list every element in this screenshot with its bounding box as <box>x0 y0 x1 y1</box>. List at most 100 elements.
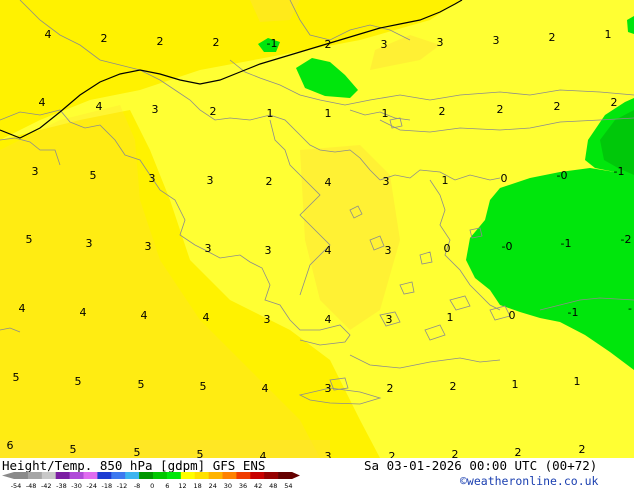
color-scale-tick-label: 48 <box>269 482 277 490</box>
label-0-D: 2 <box>213 36 220 49</box>
color-scale-ticks: -54 -48 -42 -38 -30 -24 -18 -12 -8 0 6 12 18 24 30 36 42… <box>11 482 293 490</box>
label-5-J: 1 <box>574 375 581 388</box>
label-2-F: 4 <box>325 176 332 189</box>
color-scale-box <box>14 472 29 479</box>
color-scale-box <box>278 472 293 479</box>
label-3-B: 3 <box>86 237 93 250</box>
label-3-C: 3 <box>145 240 152 253</box>
label-3-G: 3 <box>385 244 392 257</box>
color-scale-tick-label: -30 <box>71 482 82 490</box>
label-0-F: 2 <box>325 38 332 51</box>
label-4-D: 4 <box>203 311 210 324</box>
label-6-C: 5 <box>134 446 141 458</box>
label-5-C: 5 <box>138 378 145 391</box>
color-scale-tick-label: -24 <box>86 482 97 490</box>
color-scale-box <box>153 472 168 479</box>
label-3-A: 5 <box>26 233 33 246</box>
label-6-G: 2 <box>389 450 396 458</box>
valid-datetime: Sa 03-01-2026 00:00 UTC (00+72) <box>364 458 598 473</box>
label-3-E: 3 <box>265 244 272 257</box>
color-scale-box <box>41 472 56 479</box>
label-3-D: 3 <box>205 242 212 255</box>
color-scale-tick-label: 6 <box>165 482 169 490</box>
label-5-B: 5 <box>75 375 82 388</box>
label-0-K: 1 <box>605 28 612 41</box>
color-scale-tick-label: 30 <box>224 482 232 490</box>
label-5-F: 3 <box>325 382 332 395</box>
label-2-J: -0 <box>557 169 568 182</box>
label-6-F: 3 <box>325 450 332 458</box>
label-3-F: 4 <box>325 244 332 257</box>
label-1-G: 1 <box>382 107 389 120</box>
label-0-H: 3 <box>437 36 444 49</box>
color-scale-box <box>125 472 140 479</box>
weather-map: 4 2 2 2 -1 2 3 3 3 2 1 4 4 3 2 1 1 1 2 2… <box>0 0 634 458</box>
color-scale-tick-label: -38 <box>56 482 67 490</box>
scale-arrow-right <box>292 472 300 479</box>
color-scale-tick-label: -42 <box>41 482 52 490</box>
label-1-B: 4 <box>96 100 103 113</box>
color-scale-box <box>208 472 223 479</box>
label-6-A: 6 <box>7 439 14 452</box>
credit-link[interactable]: ©weatheronline.co.uk <box>460 474 598 488</box>
color-scale-box <box>139 472 154 479</box>
label-1-H: 2 <box>439 105 446 118</box>
label-0-G: 3 <box>381 38 388 51</box>
label-4-F: 4 <box>325 313 332 326</box>
label-6-H: 2 <box>452 448 459 458</box>
color-scale-tick-label: -18 <box>102 482 113 490</box>
label-0-E: -1 <box>267 37 278 50</box>
color-scale-box <box>250 472 265 479</box>
label-4-I: 0 <box>509 309 516 322</box>
color-scale-box <box>222 472 237 479</box>
label-4-E: 3 <box>264 313 271 326</box>
label-2-C: 3 <box>149 172 156 185</box>
label-3-H: 0 <box>444 242 451 255</box>
label-0-C: 2 <box>157 35 164 48</box>
color-scale-box <box>180 472 195 479</box>
color-scale-box <box>27 472 43 479</box>
color-scale-tick-label: 36 <box>239 482 247 490</box>
color-scale-tick-label: -54 <box>11 482 22 490</box>
label-5-G: 2 <box>387 382 394 395</box>
label-2-B: 5 <box>90 169 97 182</box>
label-0-B: 2 <box>101 32 108 45</box>
label-6-E: 4 <box>260 450 267 458</box>
label-1-J: 2 <box>554 100 561 113</box>
color-scale-tick-label: -8 <box>134 482 140 490</box>
color-scale-tick-label: -48 <box>26 482 37 490</box>
label-2-G: 3 <box>383 175 390 188</box>
scale-arrow-left <box>2 472 14 479</box>
color-scale-box <box>166 472 182 479</box>
label-1-E: 1 <box>267 107 274 120</box>
label-2-K: -1 <box>614 165 625 178</box>
label-1-K: 2 <box>611 96 618 109</box>
label-2-E: 2 <box>266 175 273 188</box>
color-scale-box <box>83 472 98 479</box>
label-6-D: 5 <box>197 448 204 458</box>
label-1-C: 3 <box>152 103 159 116</box>
color-scale-boxes <box>2 472 300 479</box>
label-6-J: 2 <box>579 443 586 456</box>
color-scale-box <box>236 472 251 479</box>
color-scale: -54 -48 -42 -38 -30 -24 -18 -12 -8 0 6 12 18 24 30 36 42… <box>2 472 300 490</box>
label-4-A: 4 <box>19 302 26 315</box>
label-3-J: -1 <box>561 237 572 250</box>
label-5-I: 1 <box>512 378 519 391</box>
color-scale-tick-label: -12 <box>117 482 128 490</box>
label-2-A: 3 <box>32 165 39 178</box>
color-scale-box <box>55 472 70 479</box>
label-6-B: 5 <box>70 443 77 456</box>
color-scale-tick-label: 12 <box>178 482 186 490</box>
label-1-A: 4 <box>39 96 46 109</box>
color-scale-tick-label: 42 <box>254 482 262 490</box>
label-5-E: 4 <box>262 382 269 395</box>
color-scale-box <box>264 472 279 479</box>
label-0-J: 2 <box>549 31 556 44</box>
color-scale-tick-label: 24 <box>209 482 217 490</box>
color-scale-box <box>111 472 126 479</box>
label-4-H: 1 <box>447 311 454 324</box>
label-0-A: 4 <box>45 28 52 41</box>
color-scale-tick-label: 54 <box>284 482 292 490</box>
label-2-I: 0 <box>501 172 508 185</box>
